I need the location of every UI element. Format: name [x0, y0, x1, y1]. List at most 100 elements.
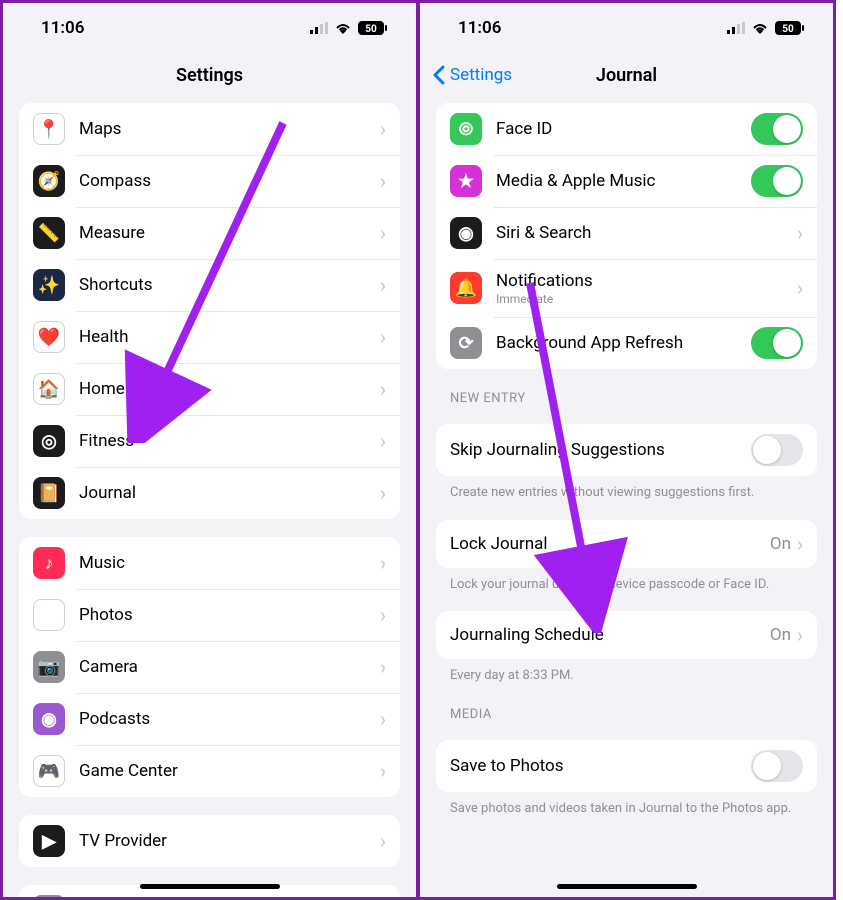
- podcasts-icon: ◉: [33, 703, 65, 735]
- toggle-save-to-photos[interactable]: [751, 750, 803, 782]
- row-label: Compass: [79, 171, 380, 191]
- row-game-center[interactable]: 🎮Game Center›: [19, 745, 400, 797]
- row-background-app-refresh[interactable]: ⟳ Background App Refresh: [436, 317, 817, 369]
- row-health[interactable]: ❤️Health›: [19, 311, 400, 363]
- tv-provider-icon: ▶: [33, 825, 65, 857]
- chevron-right-icon: ›: [380, 603, 386, 627]
- chevron-right-icon: ›: [380, 759, 386, 783]
- toggle-skip-suggestions[interactable]: [751, 434, 803, 466]
- row-label: Shortcuts: [79, 275, 380, 295]
- toggle-background-app-refresh[interactable]: [751, 327, 803, 359]
- game-center-icon: 🎮: [33, 755, 65, 787]
- svg-text:50: 50: [782, 24, 794, 35]
- toggle-media-apple-music[interactable]: [751, 165, 803, 197]
- chevron-right-icon: ›: [380, 481, 386, 505]
- row-value: On: [770, 534, 791, 554]
- row-skip-suggestions[interactable]: Skip Journaling Suggestions: [436, 424, 817, 476]
- footnote-lock: Lock your journal using the device passc…: [450, 576, 803, 594]
- row-podcasts[interactable]: ◉ Podcasts›: [19, 693, 400, 745]
- row-label: Podcasts: [79, 709, 380, 729]
- journal-scroll[interactable]: ⦾ Face ID ★Media & Apple Music◉Siri & Sear…: [420, 97, 833, 900]
- row-media-apple-music[interactable]: ★Media & Apple Music: [436, 155, 817, 207]
- footnote-skip: Create new entries without viewing sugge…: [450, 484, 803, 502]
- row-journaling-schedule[interactable]: Journaling Schedule On ›: [436, 611, 817, 659]
- row-shortcuts[interactable]: ✨Shortcuts›: [19, 259, 400, 311]
- row-label: Journaling Schedule: [450, 625, 770, 645]
- row-home[interactable]: 🏠Home›: [19, 363, 400, 415]
- developer-icon: 🔨: [33, 895, 65, 900]
- row-sub: Immediate: [496, 292, 797, 306]
- row-compass[interactable]: 🧭 Compass›: [19, 155, 400, 207]
- row-label: Journal: [79, 483, 380, 503]
- status-time: 11:06: [41, 18, 84, 38]
- schedule-group: Journaling Schedule On ›: [436, 611, 817, 659]
- row-measure[interactable]: 📏Measure›: [19, 207, 400, 259]
- row-label: Camera: [79, 657, 380, 677]
- skip-suggestions-group: Skip Journaling Suggestions: [436, 424, 817, 476]
- wifi-icon: [334, 22, 352, 34]
- shortcuts-icon: ✨: [33, 269, 65, 301]
- footnote-save: Save photos and videos taken in Journal …: [450, 800, 803, 818]
- status-indicators: 50: [310, 21, 388, 35]
- row-music[interactable]: ♪Music›: [19, 537, 400, 589]
- row-label: Face ID: [496, 119, 751, 139]
- background-app-refresh-icon: ⟳: [450, 327, 482, 359]
- face-id-icon: ⦾: [450, 113, 482, 145]
- phone-settings: 11:06 50 Settings 📍Maps›🧭Compass›📏Measur…: [0, 0, 418, 900]
- measure-icon: 📏: [33, 217, 65, 249]
- row-maps[interactable]: 📍 Maps›: [19, 103, 400, 155]
- health-icon: ❤️: [33, 321, 65, 353]
- cellular-icon: [727, 22, 745, 34]
- row-lock-journal[interactable]: Lock Journal On ›: [436, 520, 817, 568]
- toggle-face-id[interactable]: [751, 113, 803, 145]
- nav-bar: Settings Journal: [420, 53, 833, 97]
- row-siri-search[interactable]: ◉Siri & Search›: [436, 207, 817, 259]
- notifications-icon: 🔔: [450, 272, 482, 304]
- battery-icon: 50: [358, 21, 388, 35]
- chevron-right-icon: ›: [380, 707, 386, 731]
- home-indicator[interactable]: [557, 884, 697, 889]
- row-fitness[interactable]: ◎Fitness›: [19, 415, 400, 467]
- row-label: Home: [79, 379, 380, 399]
- row-label: Media & Apple Music: [496, 171, 751, 191]
- chevron-right-icon: ›: [380, 829, 386, 853]
- row-label: Lock Journal: [450, 534, 770, 554]
- chevron-right-icon: ›: [380, 429, 386, 453]
- back-label: Settings: [450, 65, 512, 85]
- chevron-right-icon: ›: [797, 532, 803, 556]
- row-label: Maps: [79, 119, 380, 139]
- siri-search-icon: ◉: [450, 217, 482, 249]
- row-label: Skip Journaling Suggestions: [450, 440, 751, 460]
- row-notifications[interactable]: 🔔NotificationsImmediate›: [436, 259, 817, 317]
- chevron-right-icon: ›: [797, 221, 803, 245]
- status-indicators: 50: [727, 21, 805, 35]
- chevron-right-icon: ›: [380, 117, 386, 141]
- nav-title: Settings: [3, 65, 416, 86]
- status-bar: 11:06 50: [3, 3, 416, 53]
- row-save-to-photos[interactable]: Save to Photos: [436, 740, 817, 792]
- row-journal[interactable]: 📔Journal›: [19, 467, 400, 519]
- row-face-id[interactable]: ⦾ Face ID: [436, 103, 817, 155]
- settings-scroll[interactable]: 📍Maps›🧭Compass›📏Measure›✨Shortcuts›❤️Hea…: [3, 97, 416, 900]
- row-label: Background App Refresh: [496, 333, 751, 353]
- back-button[interactable]: Settings: [432, 65, 512, 85]
- phone-journal-settings: 11:06 50 Settings Journal ⦾ Face ID ★Media…: [418, 0, 836, 900]
- chevron-right-icon: ›: [380, 325, 386, 349]
- row-label: Save to Photos: [450, 756, 751, 776]
- status-bar: 11:06 50: [420, 3, 833, 53]
- row-value: On: [770, 625, 791, 645]
- svg-text:50: 50: [365, 24, 377, 35]
- settings-group-tv: ▶TV Provider›: [19, 815, 400, 867]
- save-photos-group: Save to Photos: [436, 740, 817, 792]
- row-camera[interactable]: 📷Camera›: [19, 641, 400, 693]
- chevron-right-icon: ›: [797, 623, 803, 647]
- chevron-right-icon: ›: [380, 169, 386, 193]
- footnote-schedule: Every day at 8:33 PM.: [450, 667, 803, 685]
- maps-icon: 📍: [33, 113, 65, 145]
- chevron-right-icon: ›: [380, 221, 386, 245]
- compass-icon: 🧭: [33, 165, 65, 197]
- row-photos[interactable]: ❋Photos›: [19, 589, 400, 641]
- row-tv-provider[interactable]: ▶TV Provider›: [19, 815, 400, 867]
- wifi-icon: [751, 22, 769, 34]
- home-indicator[interactable]: [140, 884, 280, 889]
